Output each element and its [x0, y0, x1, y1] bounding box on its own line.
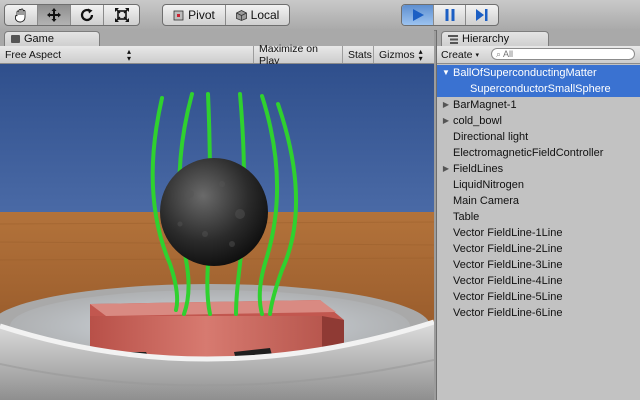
- hand-icon: [15, 8, 26, 23]
- hierarchy-item[interactable]: Table: [437, 209, 640, 225]
- scale-tool-button[interactable]: [104, 5, 139, 25]
- gizmos-dropdown[interactable]: Gizmos ▴ ▾: [373, 46, 434, 63]
- hierarchy-item[interactable]: Vector FieldLine-6Line: [437, 305, 640, 321]
- hierarchy-item-label: Directional light: [453, 131, 529, 143]
- hierarchy-item-label: cold_bowl: [453, 115, 502, 127]
- hierarchy-item[interactable]: Vector FieldLine-5Line: [437, 289, 640, 305]
- chevron-updown-icon: ▴ ▾: [418, 46, 423, 63]
- scale-icon: [114, 8, 129, 22]
- local-button[interactable]: Local: [226, 5, 289, 25]
- hierarchy-item[interactable]: Vector FieldLine-1Line: [437, 225, 640, 241]
- hierarchy-item[interactable]: Main Camera: [437, 193, 640, 209]
- stats-toggle[interactable]: Stats: [342, 46, 373, 63]
- transform-tools: [4, 4, 140, 26]
- hierarchy-item[interactable]: Vector FieldLine-4Line: [437, 273, 640, 289]
- hierarchy-item[interactable]: ▶ FieldLines: [437, 161, 640, 177]
- hierarchy-item-label: Vector FieldLine-5Line: [453, 291, 563, 303]
- play-button[interactable]: [402, 5, 434, 25]
- gizmos-label: Gizmos: [379, 48, 415, 61]
- game-view-bar: Free Aspect ▴ ▾ Maximize on Play Stats Gi…: [0, 43, 434, 67]
- pivot-icon: [173, 10, 184, 20]
- triangle-right-icon[interactable]: ▶: [441, 161, 451, 177]
- game-view-icon: [11, 35, 20, 43]
- pivot-button[interactable]: Pivot: [163, 5, 226, 25]
- hierarchy-list: ▼ BallOfSuperconductingMatter Superconduct…: [437, 65, 640, 321]
- hierarchy-item-label: Vector FieldLine-6Line: [453, 307, 563, 319]
- aspect-label: Free Aspect: [5, 48, 62, 61]
- step-button[interactable]: [466, 5, 498, 25]
- triangle-down-icon[interactable]: ▼: [441, 65, 451, 81]
- triangle-right-icon[interactable]: ▶: [441, 113, 451, 129]
- playback-controls: [401, 4, 499, 26]
- hierarchy-item-label: FieldLines: [453, 163, 504, 175]
- hierarchy-item-label: SuperconductorSmallSphere: [470, 83, 611, 95]
- hierarchy-item[interactable]: ElectromagneticFieldController: [437, 145, 640, 161]
- pivot-toggles: Pivot Local: [162, 4, 290, 26]
- triangle-right-icon[interactable]: ▶: [441, 97, 451, 113]
- hierarchy-tab-bar: Hierarchy: [437, 30, 640, 46]
- hierarchy-item[interactable]: ▼ BallOfSuperconductingMatter: [437, 65, 640, 81]
- create-label: Create: [441, 48, 473, 61]
- tab-game[interactable]: Game: [4, 31, 100, 46]
- hierarchy-item[interactable]: Directional light: [437, 129, 640, 145]
- hierarchy-item-label: Vector FieldLine-1Line: [453, 227, 563, 239]
- search-input[interactable]: [501, 49, 614, 59]
- hierarchy-item[interactable]: SuperconductorSmallSphere: [437, 81, 640, 97]
- move-arrows-icon: [47, 8, 61, 22]
- move-tool-button[interactable]: [38, 5, 71, 25]
- game-panel: Game Free Aspect ▴ ▾ Maximize on Play Sta…: [0, 30, 434, 400]
- game-tab-label: Game: [24, 33, 54, 45]
- scene-render: [0, 64, 434, 400]
- tab-hierarchy[interactable]: Hierarchy: [441, 31, 549, 46]
- pivot-label: Pivot: [188, 8, 215, 22]
- hierarchy-item[interactable]: Vector FieldLine-3Line: [437, 257, 640, 273]
- hierarchy-item-label: Main Camera: [453, 195, 520, 207]
- hierarchy-toolbar: Create ▾ ⌕: [437, 46, 640, 64]
- hierarchy-tab-label: Hierarchy: [462, 33, 510, 45]
- chevron-down-icon: ▾: [475, 51, 480, 59]
- rotate-tool-button[interactable]: [71, 5, 104, 25]
- maximize-on-play-toggle[interactable]: Maximize on Play: [253, 43, 342, 67]
- local-cube-icon: [235, 9, 247, 21]
- chevron-updown-icon: ▴ ▾: [126, 46, 131, 63]
- hierarchy-item-label: Table: [453, 211, 480, 223]
- rotate-icon: [80, 8, 94, 22]
- hierarchy-item-label: BallOfSuperconductingMatter: [453, 67, 597, 79]
- superconducting-ball: [160, 158, 268, 266]
- hierarchy-item-label: Vector FieldLine-2Line: [453, 243, 563, 255]
- stats-label: Stats: [348, 48, 372, 61]
- maximize-label: Maximize on Play: [259, 42, 318, 67]
- game-viewport[interactable]: [0, 64, 434, 400]
- main-toolbar: Pivot Local: [0, 0, 640, 31]
- list-icon: [448, 34, 458, 44]
- game-tab-bar: Game: [0, 30, 434, 46]
- hierarchy-item-label: BarMagnet-1: [453, 99, 517, 111]
- hierarchy-item-label: Vector FieldLine-4Line: [453, 275, 563, 287]
- pause-button[interactable]: [434, 5, 466, 25]
- hierarchy-panel: Hierarchy Create ▾ ⌕ ▼BallOfSuperconduct…: [436, 30, 640, 400]
- hierarchy-item-label: LiquidNitrogen: [453, 179, 524, 191]
- play-icon: [412, 9, 424, 21]
- hierarchy-item[interactable]: LiquidNitrogen: [437, 177, 640, 193]
- hierarchy-search: ⌕: [491, 48, 635, 60]
- pause-icon: [445, 9, 454, 21]
- local-label: Local: [250, 8, 280, 22]
- hierarchy-item-label: ElectromagneticFieldController: [453, 147, 604, 159]
- step-icon: [476, 9, 488, 21]
- hierarchy-item[interactable]: ▶ cold_bowl: [437, 113, 640, 129]
- aspect-dropdown[interactable]: Free Aspect ▴ ▾: [0, 46, 136, 63]
- hierarchy-item[interactable]: ▶ BarMagnet-1: [437, 97, 640, 113]
- hierarchy-item-label: Vector FieldLine-3Line: [453, 259, 563, 271]
- hand-tool-button[interactable]: [5, 5, 38, 25]
- hierarchy-item[interactable]: Vector FieldLine-2Line: [437, 241, 640, 257]
- create-dropdown[interactable]: Create ▾: [441, 46, 479, 63]
